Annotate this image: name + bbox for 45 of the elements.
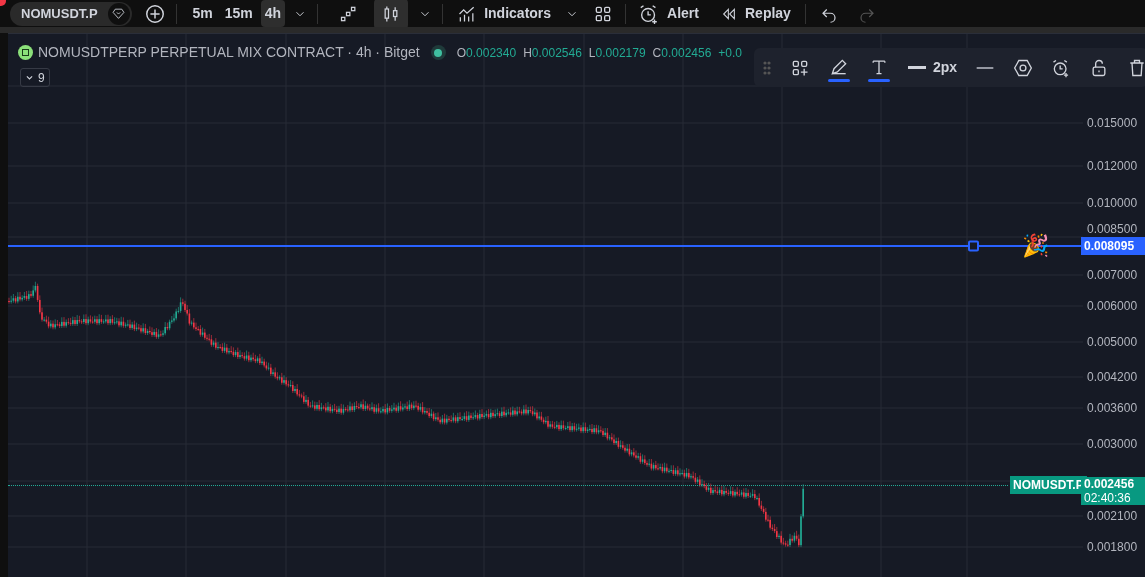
price-axis-label: 0.008500 — [1087, 221, 1138, 238]
bar-countdown: 02:40:36 — [1084, 491, 1132, 505]
collapse-button[interactable]: 9 — [20, 68, 50, 87]
ohlc-value: C0.002456 — [652, 44, 712, 62]
interval-tab[interactable]: 15m — [220, 0, 257, 27]
interval-tab[interactable]: 4h — [260, 0, 286, 27]
line-width-button[interactable]: 2px — [908, 57, 958, 78]
alert-button[interactable]: Alert — [638, 2, 699, 25]
price-axis-label: 0.006000 — [1087, 298, 1138, 315]
line-color-swatch[interactable] — [828, 79, 850, 82]
rewind-icon — [721, 5, 737, 22]
price-axis-label: 0.003600 — [1087, 400, 1138, 417]
line-price-label: 0.008095 — [1081, 237, 1145, 255]
pencil-icon[interactable] — [829, 57, 849, 77]
change-value: +0.0 — [718, 44, 743, 62]
ohlc-value: H0.002546 — [523, 44, 582, 62]
price-axis-label: 0.002100 — [1087, 508, 1138, 525]
price-axis-label: 0.010000 — [1087, 195, 1138, 212]
candles-button[interactable] — [374, 0, 409, 29]
price-axis-label: 0.012000 — [1087, 158, 1138, 175]
price-axis-label: 0.004200 — [1087, 369, 1138, 386]
diamond-button[interactable] — [107, 2, 130, 25]
drag-handle-icon[interactable] — [762, 59, 772, 76]
legend-title: NOMUSDTPERP PERPETUAL MIX CONTRACT · 4h · Bitget — [38, 43, 420, 62]
price-axis-label: 0.003000 — [1087, 436, 1138, 453]
price-axis-label: 0.007000 — [1087, 267, 1138, 284]
line-handle[interactable] — [968, 240, 979, 252]
hexagon-settings-icon[interactable] — [1013, 57, 1034, 78]
ohlc-value: L0.002179 — [588, 44, 646, 62]
text-color-swatch[interactable] — [868, 79, 890, 82]
price-axis-label: 0.015000 — [1087, 115, 1138, 132]
diamond-icon[interactable] — [112, 7, 126, 20]
replay-button[interactable]: Replay — [721, 3, 791, 24]
symbol-pill[interactable]: NOMUSDT.P — [10, 1, 132, 26]
coin-logo-icon — [18, 45, 33, 60]
current-price-value: 0.002456 — [1084, 477, 1136, 491]
interval-tab[interactable]: 5m — [188, 0, 217, 27]
price-axis-label: 0.001800 — [1087, 539, 1138, 556]
trash-icon[interactable] — [1127, 57, 1145, 78]
symbol-label: NOMUSDT.P — [21, 4, 98, 23]
add-icon[interactable] — [143, 2, 166, 25]
ohlc-value: O0.002340 — [456, 44, 517, 62]
price-axis-label: 0.005000 — [1087, 334, 1138, 351]
indicators-button[interactable]: Indicators — [453, 3, 556, 24]
chevron-down-icon — [25, 73, 34, 82]
